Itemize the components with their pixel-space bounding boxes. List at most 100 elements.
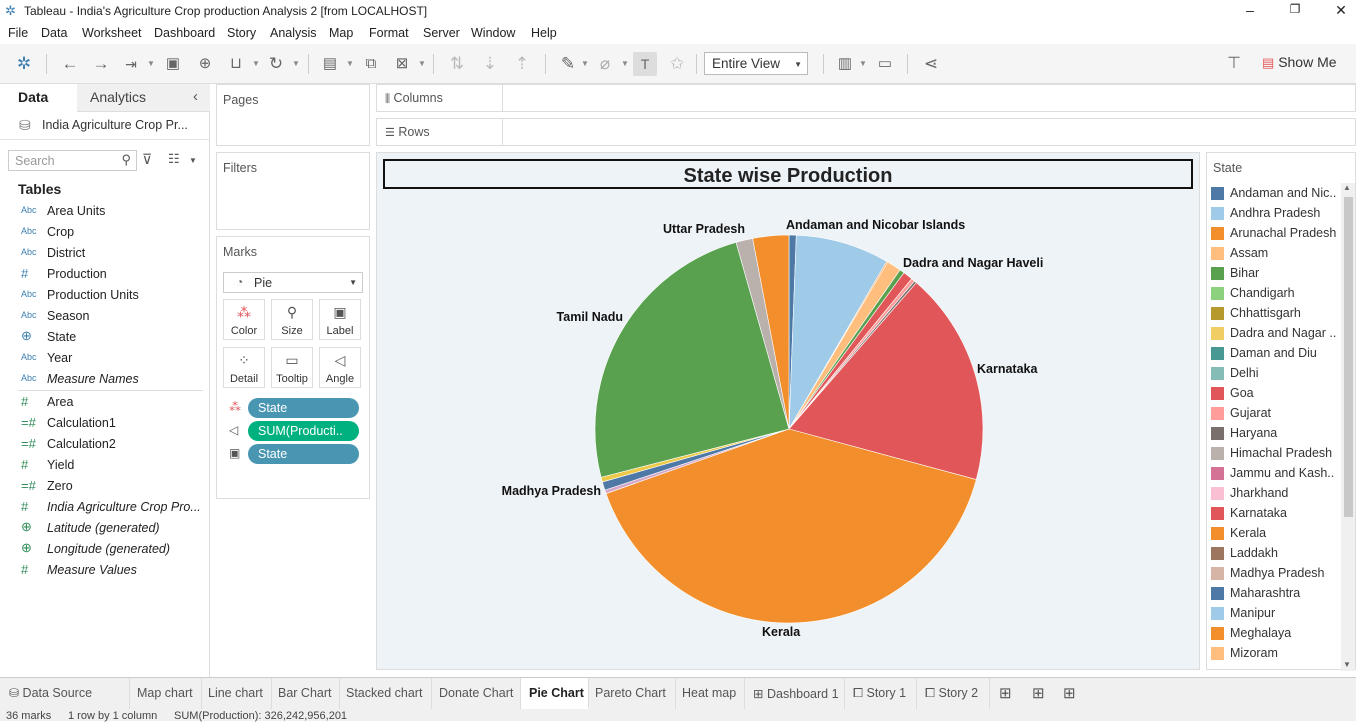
- state-color-pill[interactable]: State: [248, 398, 359, 418]
- angle-button[interactable]: ◁ Angle: [319, 347, 361, 388]
- field-yield[interactable]: # Yield: [0, 455, 205, 476]
- legend-item[interactable]: Arunachal Pradesh: [1211, 223, 1339, 243]
- legend-item[interactable]: Andaman and Nic..: [1211, 183, 1339, 203]
- field-measure-names[interactable]: Abc Measure Names: [0, 369, 205, 390]
- menu-format[interactable]: Format: [369, 26, 409, 40]
- duplicate-sheet-icon[interactable]: ⧉: [359, 52, 383, 76]
- legend-item[interactable]: Gujarat: [1211, 403, 1339, 423]
- field-latitude[interactable]: ⊕ Latitude (generated): [0, 518, 205, 539]
- legend-item[interactable]: Assam: [1211, 243, 1339, 263]
- legend-item[interactable]: Dadra and Nagar ..: [1211, 323, 1339, 343]
- tab-dashboard-1[interactable]: ⊞ Dashboard 1: [745, 678, 845, 709]
- production-angle-pill[interactable]: SUM(Producti..: [248, 421, 359, 441]
- field-area[interactable]: # Area: [0, 392, 205, 413]
- field-year[interactable]: Abc Year: [0, 348, 205, 369]
- sort-ascending-icon[interactable]: ⇣: [478, 52, 502, 76]
- format-painter-icon[interactable]: ⊤: [1222, 52, 1246, 76]
- field-area-units[interactable]: Abc Area Units: [0, 201, 205, 222]
- legend-item[interactable]: Chhattisgarh: [1211, 303, 1339, 323]
- field-longitude[interactable]: ⊕ Longitude (generated): [0, 539, 205, 560]
- field-district[interactable]: Abc District: [0, 243, 205, 264]
- legend-item[interactable]: Delhi: [1211, 363, 1339, 383]
- legend-item[interactable]: Chandigarh: [1211, 283, 1339, 303]
- detail-button[interactable]: ⁘ Detail: [223, 347, 265, 388]
- scroll-down-icon[interactable]: ▼: [1343, 660, 1351, 669]
- menu-analysis[interactable]: Analysis: [270, 26, 317, 40]
- legend-item[interactable]: Goa: [1211, 383, 1339, 403]
- tab-pareto-chart[interactable]: Pareto Chart: [589, 678, 676, 709]
- filter-icon[interactable]: ⊽: [142, 151, 152, 168]
- filters-card[interactable]: Filters: [216, 152, 370, 230]
- legend-item[interactable]: Laddakh: [1211, 543, 1339, 563]
- size-button[interactable]: ⚲ Size: [271, 299, 313, 340]
- tab-story-1[interactable]: ⧠ Story 1: [845, 678, 917, 709]
- menu-data[interactable]: Data: [41, 26, 67, 40]
- refresh-icon[interactable]: ↻: [264, 52, 288, 76]
- tableau-home-icon[interactable]: ✲: [12, 52, 36, 76]
- worksheet-view[interactable]: Andaman and Nicobar Islands Dadra and Nag…: [376, 152, 1200, 670]
- field-season[interactable]: Abc Season: [0, 306, 205, 327]
- field-calculation1[interactable]: =# Calculation1: [0, 413, 205, 434]
- scroll-up-icon[interactable]: ▲: [1343, 183, 1351, 192]
- menu-window[interactable]: Window: [471, 26, 515, 40]
- field-record-count[interactable]: # India Agriculture Crop Pro...: [0, 497, 205, 518]
- legend-item[interactable]: Karnataka: [1211, 503, 1339, 523]
- state-label-pill[interactable]: State: [248, 444, 359, 464]
- menu-help[interactable]: Help: [531, 26, 557, 40]
- legend-item[interactable]: Andhra Pradesh: [1211, 203, 1339, 223]
- show-cards-icon[interactable]: ▥: [833, 52, 857, 76]
- pause-updates-icon[interactable]: ⊔: [224, 52, 248, 76]
- tab-pie-chart[interactable]: Pie Chart: [521, 678, 589, 709]
- tab-heat-map[interactable]: Heat map: [676, 678, 745, 709]
- new-worksheet-icon[interactable]: ⊞: [999, 684, 1012, 702]
- legend-item[interactable]: Madhya Pradesh: [1211, 563, 1339, 583]
- swap-icon[interactable]: ⇅: [445, 52, 469, 76]
- mark-type-dropdown[interactable]: ◔ Pie ▼: [223, 272, 363, 293]
- datasource-name[interactable]: India Agriculture Crop Pr...: [42, 118, 188, 132]
- share-icon[interactable]: ⋖: [919, 52, 943, 76]
- field-calculation2[interactable]: =# Calculation2: [0, 434, 205, 455]
- legend-item[interactable]: Jammu and Kash..: [1211, 463, 1339, 483]
- tab-donate-chart[interactable]: Donate Chart: [432, 678, 521, 709]
- legend-item[interactable]: Jharkhand: [1211, 483, 1339, 503]
- save-icon[interactable]: ▣: [161, 52, 185, 76]
- pages-card[interactable]: Pages: [216, 84, 370, 146]
- field-production[interactable]: # Production: [0, 264, 205, 285]
- legend-item[interactable]: Bihar: [1211, 263, 1339, 283]
- minimize-icon[interactable]: –: [1240, 2, 1260, 18]
- legend-item[interactable]: Maharashtra: [1211, 583, 1339, 603]
- restore-icon[interactable]: ❐: [1285, 2, 1305, 16]
- columns-shelf[interactable]: ⫼ Columns: [376, 84, 1356, 112]
- clear-sheet-icon[interactable]: ⊠: [390, 52, 414, 76]
- view-options-chevron-icon[interactable]: ▼: [189, 156, 197, 165]
- new-story-icon[interactable]: ⊞: [1063, 684, 1076, 702]
- group-icon[interactable]: ⌀: [593, 52, 617, 76]
- search-input[interactable]: Search ⚲: [8, 150, 137, 171]
- menu-server[interactable]: Server: [423, 26, 460, 40]
- show-labels-icon[interactable]: T: [633, 52, 657, 76]
- view-options-icon[interactable]: ☷: [168, 151, 180, 167]
- menu-story[interactable]: Story: [227, 26, 256, 40]
- tooltip-button[interactable]: ▭ Tooltip: [271, 347, 313, 388]
- show-me-button[interactable]: ▤ Show Me: [1262, 54, 1337, 71]
- label-button[interactable]: ▣ Label: [319, 299, 361, 340]
- tab-bar-chart[interactable]: Bar Chart: [272, 678, 340, 709]
- tab-stacked-chart[interactable]: Stacked chart: [340, 678, 432, 709]
- new-dashboard-icon[interactable]: ⊞: [1032, 684, 1045, 702]
- field-state[interactable]: ⊕ State: [0, 327, 205, 348]
- sort-descending-icon[interactable]: ⇡: [510, 52, 534, 76]
- color-button[interactable]: ⁂ Color: [223, 299, 265, 340]
- new-datasource-icon[interactable]: ⊕: [193, 52, 217, 76]
- tab-analytics[interactable]: Analytics: [90, 89, 146, 105]
- field-crop[interactable]: Abc Crop: [0, 222, 205, 243]
- menu-dashboard[interactable]: Dashboard: [154, 26, 215, 40]
- pie-chart[interactable]: Andaman and Nicobar Islands Dadra and Nag…: [377, 153, 1201, 671]
- legend-item[interactable]: Kerala: [1211, 523, 1339, 543]
- undo-icon[interactable]: ←: [58, 52, 82, 76]
- legend-scrollbar[interactable]: ▲ ▼: [1341, 183, 1355, 671]
- field-production-units[interactable]: Abc Production Units: [0, 285, 205, 306]
- tab-story-2[interactable]: ⧠ Story 2: [917, 678, 990, 709]
- rows-shelf[interactable]: ☰ Rows: [376, 118, 1356, 146]
- menu-map[interactable]: Map: [329, 26, 353, 40]
- fit-dropdown[interactable]: Entire View ▼: [704, 52, 808, 75]
